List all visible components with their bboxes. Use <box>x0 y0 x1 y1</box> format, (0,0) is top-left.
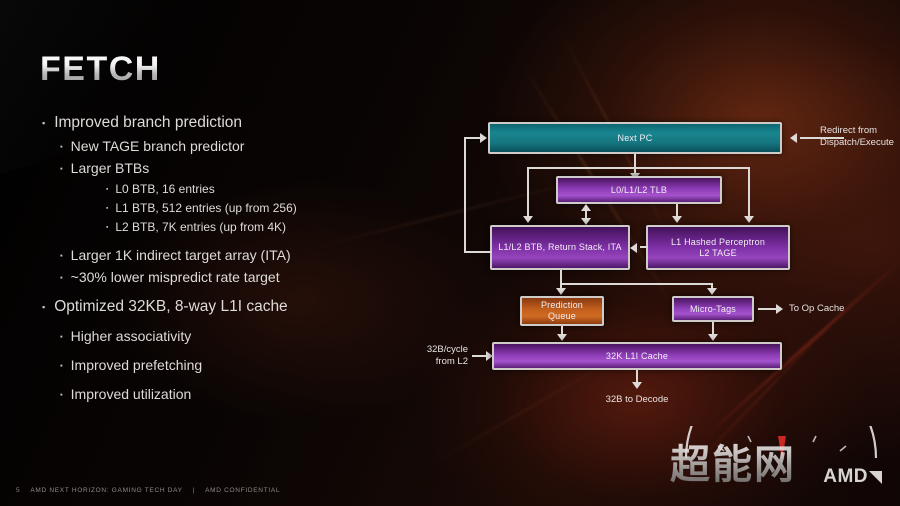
diagram-box-micro-tags: Micro-Tags <box>672 296 754 322</box>
arrowhead-down-icon <box>557 334 567 341</box>
diagram-box-l1i-cache: 32K L1I Cache <box>492 342 782 370</box>
connector-feedback-up <box>464 137 466 253</box>
connector-feedback-out <box>464 251 492 253</box>
diagram-label-from-l2: 32B/cycle from L2 <box>426 344 468 367</box>
arrowhead-down-icon <box>744 216 754 223</box>
arrowhead-down-icon <box>707 288 717 295</box>
footer-confidential: AMD CONFIDENTIAL <box>205 487 281 494</box>
arrowhead-left-icon <box>630 243 637 253</box>
slide-root: FETCH ▪ Improved branch prediction ▪ New… <box>0 0 900 506</box>
amd-logo: AMD <box>823 466 882 488</box>
slide-number: 5 <box>16 487 21 494</box>
connector-nextpc-down <box>634 154 636 168</box>
footer-event: AMD NEXT HORIZON: GAMING TECH DAY <box>30 487 183 494</box>
connector-to-perceptron <box>748 167 750 219</box>
arrowhead-down-icon <box>523 216 533 223</box>
connector-btb-split-bus <box>560 283 713 285</box>
arrowhead-up-icon <box>581 204 591 211</box>
arrowhead-right-icon <box>776 304 783 314</box>
arrowhead-down-icon <box>708 334 718 341</box>
diagram-label-to-decode: 32B to Decode <box>605 394 669 405</box>
amd-arrow-icon <box>869 470 882 484</box>
diagram-label-to-op-cache: To Op Cache <box>789 303 845 314</box>
arrowhead-down-icon <box>632 382 642 389</box>
arrowhead-down-icon <box>556 288 566 295</box>
arrowhead-right-icon <box>480 133 487 143</box>
connector-perceptron-btb <box>640 246 648 248</box>
diagram-box-btb: L1/L2 BTB, Return Stack, ITA <box>490 225 630 270</box>
diagram-box-perceptron: L1 Hashed Perceptron L2 TAGE <box>646 225 790 270</box>
arrowhead-down-icon <box>581 218 591 225</box>
diagram-box-next-pc: Next PC <box>488 122 782 154</box>
diagram-box-tlb: L0/L1/L2 TLB <box>556 176 722 204</box>
arrowhead-down-icon <box>672 216 682 223</box>
connector-to-btb <box>527 167 529 219</box>
diagram-box-prediction-queue: Prediction Queue <box>520 296 604 326</box>
footer: 5 AMD NEXT HORIZON: GAMING TECH DAY | AM… <box>16 487 280 494</box>
arrowhead-left-icon <box>790 133 797 143</box>
amd-logo-text: AMD <box>823 466 868 487</box>
connector-distribution-bus <box>527 167 749 169</box>
diagram-label-redirect: Redirect from Dispatch/Execute <box>820 125 894 148</box>
footer-separator: | <box>192 487 196 494</box>
connector-btb-down <box>560 270 562 284</box>
fetch-block-diagram: Next PC Redirect from Dispatch/Execute L… <box>0 0 900 506</box>
